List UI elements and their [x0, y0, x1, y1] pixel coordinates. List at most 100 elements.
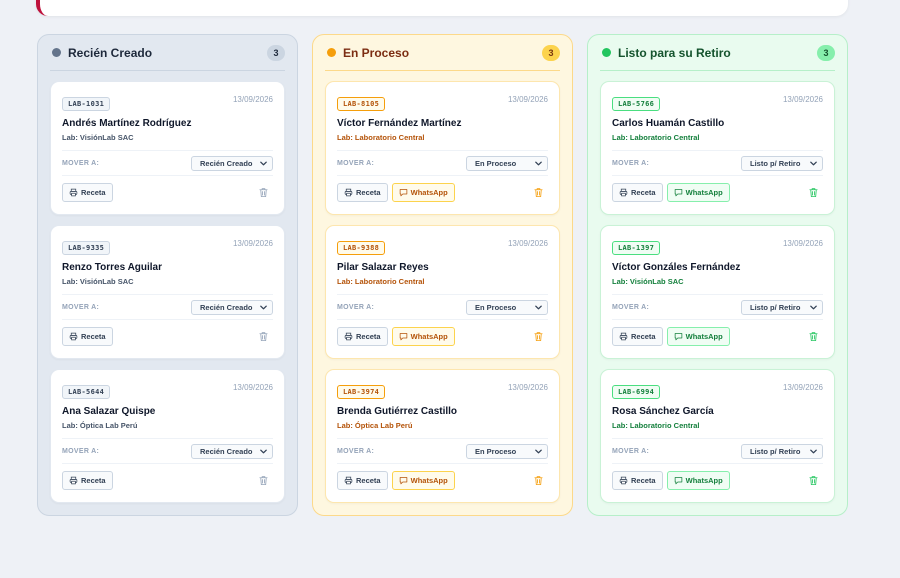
- whatsapp-button[interactable]: WhatsApp: [666, 182, 730, 202]
- receta-button[interactable]: Receta: [612, 470, 663, 490]
- whatsapp-label: WhatsApp: [410, 475, 448, 485]
- receta-button[interactable]: Receta: [612, 182, 663, 202]
- lab-name: Lab: Laboratorio Central: [612, 133, 700, 142]
- status-dot-icon: [602, 48, 611, 57]
- order-date: 13/09/2026: [507, 239, 548, 248]
- patient-name: Víctor Fernández Martínez: [337, 118, 462, 129]
- receta-label: Receta: [356, 187, 381, 197]
- receta-label: Receta: [81, 475, 106, 485]
- column-title: Recién Creado: [68, 45, 153, 60]
- receta-button[interactable]: Receta: [337, 182, 388, 202]
- order-card[interactable]: LAB-9335 13/09/2026 Renzo Torres Aguilar La…: [50, 225, 285, 359]
- column-count-badge: 3: [267, 44, 285, 61]
- status-select-value: Recién Creado: [200, 302, 253, 312]
- trash-icon[interactable]: [533, 475, 544, 486]
- status-select-value: En Proceso: [475, 158, 517, 168]
- move-row: MOVER A: En Proceso: [337, 150, 548, 175]
- trash-icon[interactable]: [258, 475, 269, 486]
- status-select-value: Listo p/ Retiro: [750, 446, 801, 456]
- status-select[interactable]: En Proceso: [466, 443, 548, 459]
- status-select[interactable]: En Proceso: [466, 155, 548, 171]
- chevron-down-icon: [534, 303, 543, 312]
- patient-name: Víctor Gonzáles Fernández: [612, 262, 741, 273]
- whatsapp-button[interactable]: WhatsApp: [391, 182, 455, 202]
- printer-icon: [344, 476, 353, 485]
- whatsapp-button[interactable]: WhatsApp: [391, 326, 455, 346]
- move-row: MOVER A: Recién Creado: [62, 294, 273, 319]
- status-select[interactable]: Recién Creado: [191, 299, 273, 315]
- column-header: Listo para su Retiro 3: [600, 35, 835, 71]
- status-select[interactable]: Recién Creado: [191, 155, 273, 171]
- order-card[interactable]: LAB-8105 13/09/2026 Víctor Fernández Martí…: [325, 81, 560, 215]
- order-date: 13/09/2026: [232, 239, 273, 248]
- trash-icon[interactable]: [808, 475, 819, 486]
- order-code-badge: LAB-1397: [612, 241, 661, 255]
- card-actions: Receta WhatsApp: [612, 175, 823, 208]
- move-to-label: MOVER A:: [337, 159, 375, 167]
- trash-icon[interactable]: [533, 331, 544, 342]
- status-select[interactable]: Listo p/ Retiro: [741, 443, 823, 459]
- patient-name: Renzo Torres Aguilar: [62, 262, 163, 273]
- move-to-label: MOVER A:: [612, 447, 650, 455]
- order-card[interactable]: LAB-1397 13/09/2026 Víctor Gonzáles Fernán…: [600, 225, 835, 359]
- receta-button[interactable]: Receta: [612, 326, 663, 346]
- trash-icon[interactable]: [533, 187, 544, 198]
- whatsapp-label: WhatsApp: [410, 331, 448, 341]
- printer-icon: [619, 476, 628, 485]
- trash-icon[interactable]: [808, 187, 819, 198]
- whatsapp-label: WhatsApp: [410, 187, 448, 197]
- order-code-badge: LAB-5766: [612, 97, 661, 111]
- order-card[interactable]: LAB-1031 13/09/2026 Andrés Martínez Rodríg…: [50, 81, 285, 215]
- receta-button[interactable]: Receta: [337, 470, 388, 490]
- card-actions: Receta WhatsApp: [612, 463, 823, 496]
- patient-name: Andrés Martínez Rodríguez: [62, 118, 192, 129]
- chevron-down-icon: [259, 159, 268, 168]
- patient-name: Pilar Salazar Reyes: [337, 262, 429, 273]
- receta-label: Receta: [81, 187, 106, 197]
- trash-icon[interactable]: [258, 187, 269, 198]
- status-dot-icon: [327, 48, 336, 57]
- chevron-down-icon: [259, 447, 268, 456]
- status-select[interactable]: Recién Creado: [191, 443, 273, 459]
- move-to-label: MOVER A:: [62, 159, 100, 167]
- card-actions: Receta WhatsApp: [612, 319, 823, 352]
- receta-button[interactable]: Receta: [337, 326, 388, 346]
- order-date: 13/09/2026: [507, 383, 548, 392]
- card-actions: Receta: [62, 175, 273, 208]
- move-row: MOVER A: Recién Creado: [62, 150, 273, 175]
- move-row: MOVER A: Listo p/ Retiro: [612, 294, 823, 319]
- card-actions: Receta: [62, 463, 273, 496]
- move-to-label: MOVER A:: [337, 303, 375, 311]
- order-card[interactable]: LAB-3974 13/09/2026 Brenda Gutiérrez Casti…: [325, 369, 560, 503]
- trash-icon[interactable]: [808, 331, 819, 342]
- status-select[interactable]: Listo p/ Retiro: [741, 299, 823, 315]
- whatsapp-button[interactable]: WhatsApp: [666, 470, 730, 490]
- move-to-label: MOVER A:: [62, 447, 100, 455]
- order-card[interactable]: LAB-9388 13/09/2026 Pilar Salazar Reyes Lab…: [325, 225, 560, 359]
- move-row: MOVER A: En Proceso: [337, 438, 548, 463]
- status-select[interactable]: En Proceso: [466, 299, 548, 315]
- receta-button[interactable]: Receta: [62, 182, 113, 202]
- move-row: MOVER A: En Proceso: [337, 294, 548, 319]
- whatsapp-button[interactable]: WhatsApp: [666, 326, 730, 346]
- chevron-down-icon: [809, 159, 818, 168]
- receta-button[interactable]: Receta: [62, 326, 113, 346]
- whatsapp-label: WhatsApp: [685, 187, 723, 197]
- column-header: Recién Creado 3: [50, 35, 285, 71]
- printer-icon: [69, 476, 78, 485]
- order-card[interactable]: LAB-5644 13/09/2026 Ana Salazar Quispe Lab:…: [50, 369, 285, 503]
- move-to-label: MOVER A:: [62, 303, 100, 311]
- move-to-label: MOVER A:: [612, 159, 650, 167]
- order-code-badge: LAB-9388: [337, 241, 386, 255]
- order-card[interactable]: LAB-6994 13/09/2026 Rosa Sánchez García Lab…: [600, 369, 835, 503]
- status-select[interactable]: Listo p/ Retiro: [741, 155, 823, 171]
- printer-icon: [69, 332, 78, 341]
- whatsapp-button[interactable]: WhatsApp: [391, 470, 455, 490]
- status-select-value: Recién Creado: [200, 158, 253, 168]
- chevron-down-icon: [534, 447, 543, 456]
- status-select-value: Listo p/ Retiro: [750, 302, 801, 312]
- receta-button[interactable]: Receta: [62, 470, 113, 490]
- trash-icon[interactable]: [258, 331, 269, 342]
- order-card[interactable]: LAB-5766 13/09/2026 Carlos Huamán Castillo…: [600, 81, 835, 215]
- patient-name: Ana Salazar Quispe: [62, 406, 156, 417]
